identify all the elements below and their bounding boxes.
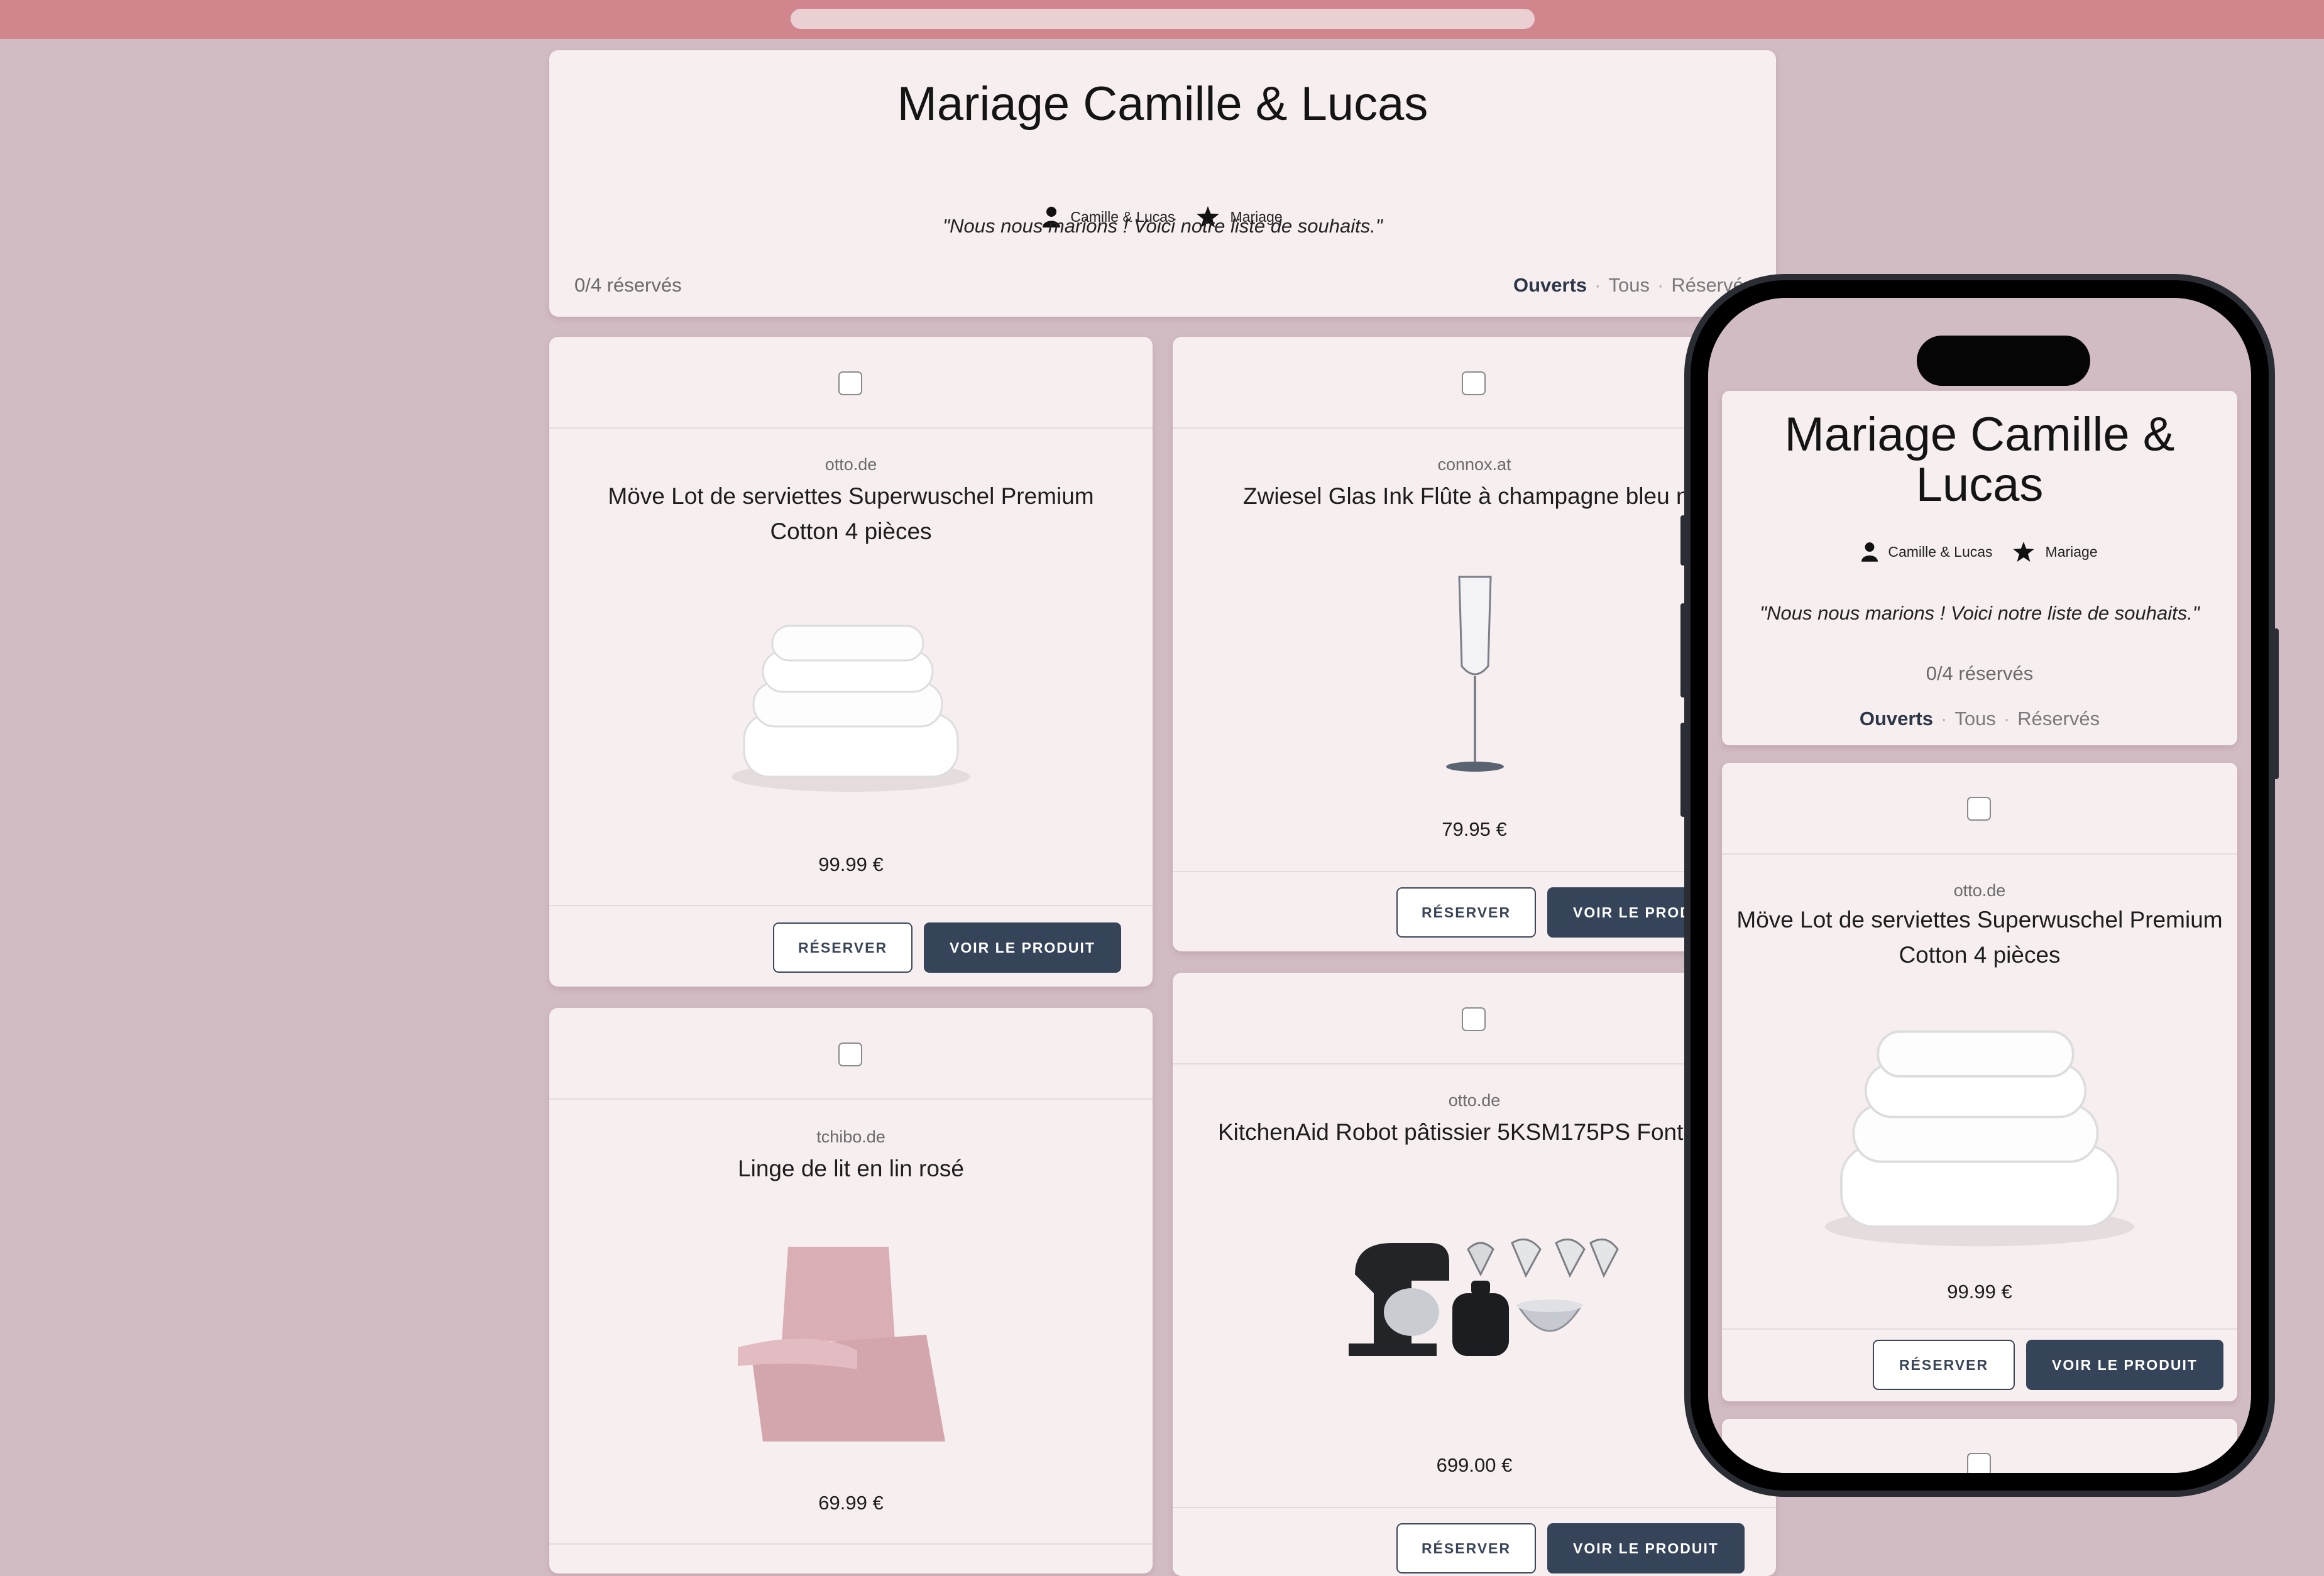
select-checkbox[interactable] <box>1462 371 1486 395</box>
select-checkbox[interactable] <box>1462 1007 1486 1031</box>
mobile-registry-header-card: Mariage Camille & Lucas Camille & Lucas … <box>1722 391 2237 745</box>
store-name: otto.de <box>825 455 877 474</box>
stand-mixer-image <box>1349 1238 1619 1356</box>
towels-image <box>732 625 970 792</box>
registry-header-card: Mariage Camille & Lucas Camille & Lucas … <box>549 50 1776 317</box>
reserve-button[interactable]: RÉSERVER <box>773 922 913 973</box>
reserve-button[interactable]: RÉSERVER <box>1396 1523 1536 1573</box>
mobile-registry-meta: Camille & Lucas Mariage <box>1722 542 2237 562</box>
filter-tabs: Ouverts · Tous · Réservés <box>1513 274 1754 296</box>
bed-linen-image <box>738 1247 945 1442</box>
product-price: 699.00 € <box>1436 1454 1513 1476</box>
product-price: 99.99 € <box>818 853 884 875</box>
product-name: Zwiesel Glas Ink Flûte à champagne bleu … <box>1243 483 1702 509</box>
registry-message: "Nous nous marions ! Voici notre liste d… <box>943 215 1383 237</box>
product-name: Möve Lot de serviettes Superwuschel Prem… <box>608 483 1094 544</box>
product-name: Linge de lit en lin rosé <box>738 1156 964 1181</box>
view-product-button[interactable]: VOIR LE PRODUIT <box>924 922 1121 973</box>
reserve-button[interactable]: RÉSERVER <box>1873 1340 2015 1390</box>
mobile-product-card <box>1722 1419 2237 1473</box>
towels-image <box>1825 1030 2134 1247</box>
filter-all[interactable]: Tous <box>1609 274 1650 296</box>
view-product-button[interactable]: VOIR LE PRODUIT <box>1547 1523 1745 1573</box>
owner-name: Camille & Lucas <box>1888 543 1993 560</box>
mobile-product-card: otto.de Möve Lot de serviettes Superwusc… <box>1722 763 2237 1401</box>
phone-mockup: Mariage Camille & Lucas Camille & Lucas … <box>1684 274 2275 1497</box>
mobile-filter-tabs: Ouverts · Tous · Réservés <box>1859 708 2100 730</box>
select-checkbox[interactable] <box>838 1042 862 1066</box>
reserved-count: 0/4 réservés <box>574 274 682 296</box>
reserve-button[interactable]: RÉSERVER <box>1396 887 1536 938</box>
champagne-flute-image <box>1446 576 1504 772</box>
product-price: 69.99 € <box>818 1492 884 1514</box>
occasion-label: Mariage <box>2045 543 2098 560</box>
product-name: Möve Lot de serviettes Superwuschel Prem… <box>1736 907 2223 968</box>
view-product-button[interactable]: VOIR LE PRODUIT <box>2026 1340 2223 1390</box>
page-title: Mariage Camille & Lucas <box>897 77 1428 131</box>
filter-all[interactable]: Tous <box>1954 708 1995 730</box>
product-card: otto.de Möve Lot de serviettes Superwusc… <box>549 337 1153 987</box>
filter-reserved[interactable]: Réservés <box>2017 708 2100 730</box>
mobile-reserved-count: 0/4 réservés <box>1926 662 2034 684</box>
select-checkbox[interactable] <box>1967 1453 1991 1473</box>
filter-open[interactable]: Ouverts <box>1513 274 1587 296</box>
mobile-registry-message: "Nous nous marions ! Voici notre liste d… <box>1760 602 2200 624</box>
filter-open[interactable]: Ouverts <box>1860 708 1933 730</box>
user-icon <box>1861 542 1878 562</box>
phone-screen: Mariage Camille & Lucas Camille & Lucas … <box>1708 298 2251 1473</box>
product-price: 99.99 € <box>1947 1281 2012 1303</box>
store-name: tchibo.de <box>816 1127 885 1146</box>
select-checkbox[interactable] <box>1967 797 1991 821</box>
product-name: KitchenAid Robot pâtissier 5KSM175PS Fon… <box>1218 1119 1696 1145</box>
dynamic-island <box>1917 336 2090 386</box>
product-card: tchibo.de Linge de lit en lin rosé 69.99… <box>549 1008 1153 1573</box>
select-checkbox[interactable] <box>838 371 862 395</box>
address-bar[interactable] <box>791 9 1535 29</box>
star-icon <box>2012 542 2034 562</box>
store-name: otto.de <box>1953 881 2006 900</box>
mobile-page-title: Mariage Camille & Lucas <box>1784 408 2175 512</box>
